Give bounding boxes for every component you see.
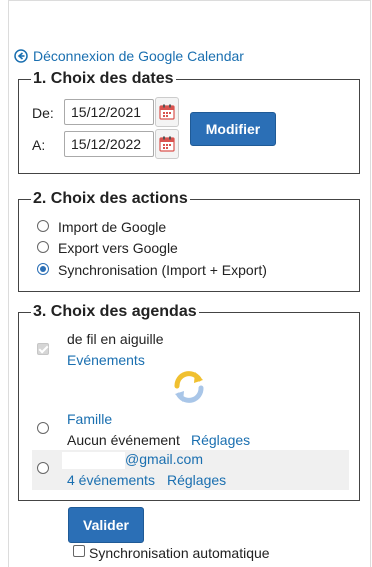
disconnect-link[interactable]: Déconnexion de Google Calendar bbox=[14, 46, 244, 66]
modify-dates-button[interactable]: Modifier bbox=[190, 112, 276, 146]
gmail-events-link[interactable]: 4 événements bbox=[67, 472, 155, 488]
agendas-legend: 3. Choix des agendas bbox=[33, 303, 197, 320]
calendar-icon bbox=[159, 136, 175, 152]
from-calendar-button[interactable] bbox=[155, 97, 179, 127]
sync-radio[interactable] bbox=[37, 263, 49, 275]
panel-right-border bbox=[370, 0, 371, 567]
sync-label[interactable]: Synchronisation (Import + Export) bbox=[58, 262, 267, 278]
redacted-email-user bbox=[62, 452, 125, 469]
auto-sync-label[interactable]: Synchronisation automatique bbox=[89, 545, 270, 561]
submit-button[interactable]: Valider bbox=[68, 507, 144, 543]
import-radio[interactable] bbox=[37, 220, 49, 232]
local-events-link[interactable]: Evénements bbox=[67, 352, 145, 368]
gmail-settings-link[interactable]: Réglages bbox=[167, 472, 226, 488]
export-label[interactable]: Export vers Google bbox=[58, 240, 178, 256]
calendar-icon bbox=[159, 104, 175, 120]
local-agenda-checkbox[interactable] bbox=[37, 343, 49, 355]
famille-name-link[interactable]: Famille bbox=[67, 411, 112, 427]
famille-status: Aucun événement bbox=[67, 432, 180, 448]
auto-sync-checkbox[interactable] bbox=[73, 545, 85, 557]
from-date-label: De: bbox=[32, 105, 54, 121]
gmail-name-link[interactable]: @gmail.com bbox=[125, 451, 203, 467]
gmail-radio[interactable] bbox=[37, 462, 49, 474]
famille-radio[interactable] bbox=[37, 422, 49, 434]
dates-legend: 1. Choix des dates bbox=[33, 70, 174, 87]
local-agenda-name: de fil en aiguille bbox=[67, 331, 164, 347]
famille-settings-link[interactable]: Réglages bbox=[191, 432, 250, 448]
panel-left-border bbox=[8, 0, 9, 567]
actions-legend: 2. Choix des actions bbox=[33, 190, 188, 207]
back-arrow-icon bbox=[14, 49, 28, 63]
disconnect-label[interactable]: Déconnexion de Google Calendar bbox=[33, 48, 244, 64]
from-date-input[interactable]: 15/12/2021 bbox=[64, 99, 154, 125]
to-calendar-button[interactable] bbox=[155, 129, 179, 159]
export-radio[interactable] bbox=[37, 241, 49, 253]
panel-top-border bbox=[8, 0, 371, 1]
sync-icon bbox=[174, 371, 204, 403]
to-date-label: A: bbox=[32, 137, 46, 153]
import-label[interactable]: Import de Google bbox=[58, 219, 166, 235]
to-date-input[interactable]: 15/12/2022 bbox=[64, 131, 154, 157]
